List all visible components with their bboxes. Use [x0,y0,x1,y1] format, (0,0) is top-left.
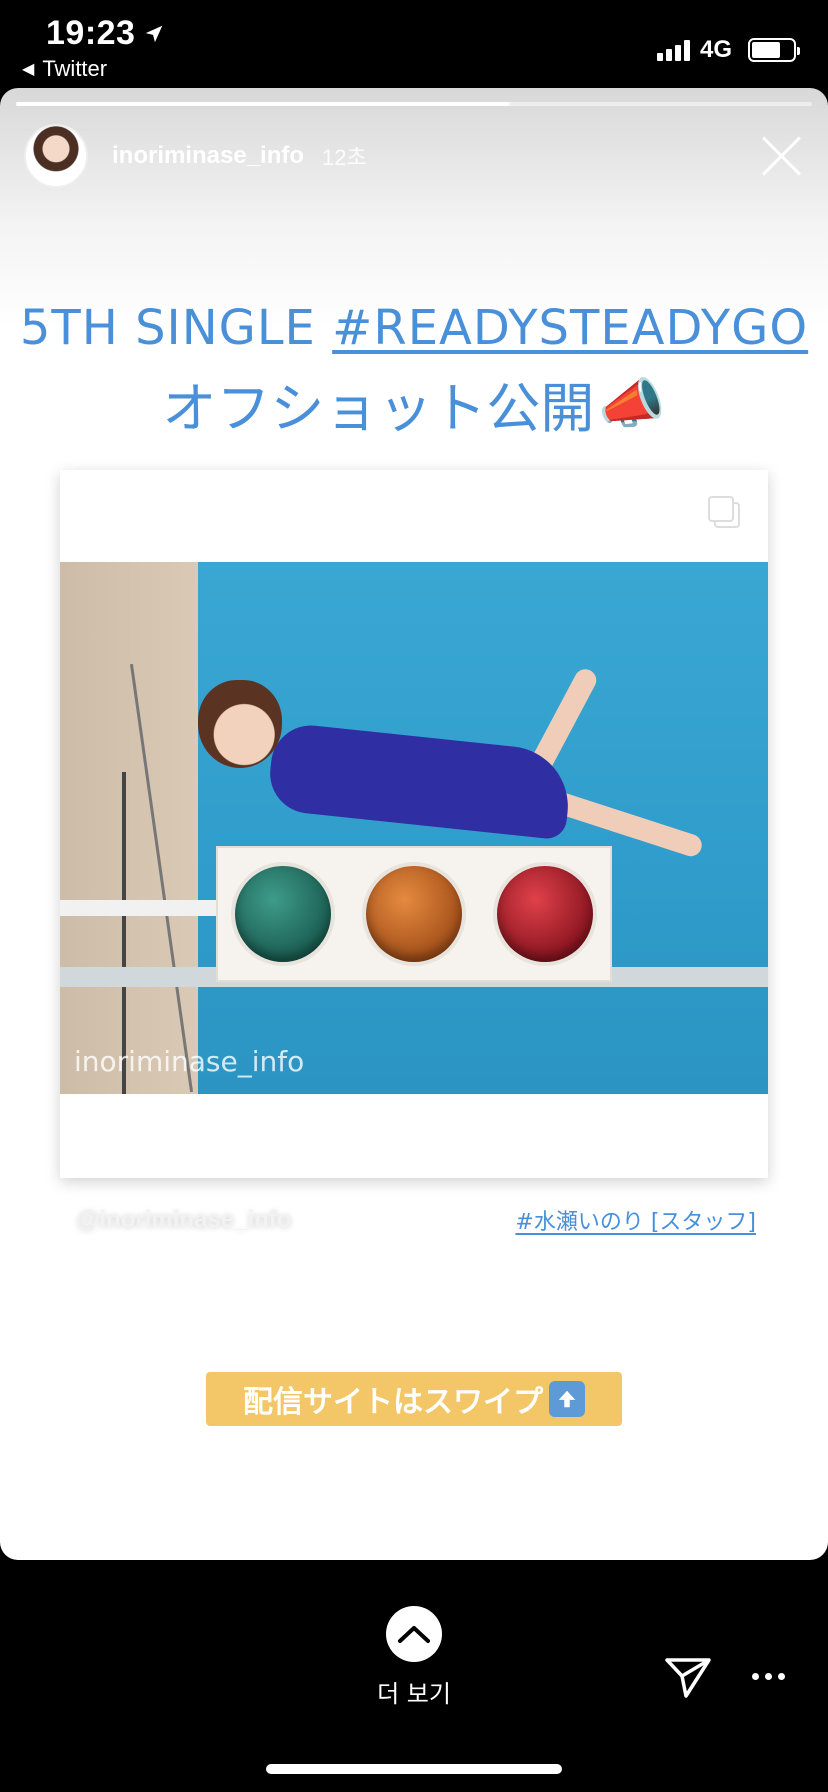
headline-japanese: オフショット公開 [162,377,595,440]
headline-line-2: オフショット公開 📣 [0,364,828,443]
shared-post-card[interactable]: inoriminase_info [60,470,768,1178]
status-time: 19:23 [46,14,165,53]
green-lamp [235,866,332,962]
swipe-up-banner[interactable]: 配信サイトはスワイプ [206,1372,622,1426]
back-app-label: Twitter [42,56,108,81]
person-head [198,680,282,768]
traffic-signal-prop [216,846,612,982]
time-text: 19:23 [46,14,136,52]
battery-icon [748,38,800,62]
back-to-app-link[interactable]: ◀ Twitter [22,56,107,82]
story-header: inoriminase_info 12초 [24,124,804,188]
location-arrow-icon [146,25,163,42]
send-icon[interactable] [664,1656,712,1700]
signal-rail [60,900,230,916]
story-card[interactable]: inoriminase_info 12초 5TH SINGLE #READYST… [0,88,828,1560]
story-username[interactable]: inoriminase_info [112,142,304,170]
headline-prefix: 5TH SINGLE [19,300,333,356]
up-arrow-icon [549,1381,585,1417]
post-photo[interactable]: inoriminase_info [60,562,768,1094]
back-triangle-icon: ◀ [22,61,35,78]
more-dots-icon[interactable] [752,1666,792,1686]
home-indicator[interactable] [266,1764,562,1774]
see-more-label[interactable]: 더 보기 [377,1674,451,1709]
red-lamp [496,866,593,962]
status-indicators: 4G [656,36,800,64]
post-credits: @inoriminase_info #水瀬いのり [スタッフ] [76,1204,756,1236]
hashtag-staff[interactable]: #水瀬いのり [スタッフ] [515,1204,756,1236]
story-headline: 5TH SINGLE #READYSTEADYGO オフショット公開 📣 [0,300,828,443]
status-bar: 19:23 ◀ Twitter 4G [0,0,828,88]
network-label: 4G [699,36,732,63]
story-age: 12초 [322,145,367,170]
studio-wall [60,562,198,1094]
mention-sticker[interactable]: @inoriminase_info [76,1206,291,1234]
orange-lamp [365,866,462,962]
photo-watermark: inoriminase_info [74,1045,305,1078]
chevron-up-icon[interactable] [386,1606,442,1662]
screen: 19:23 ◀ Twitter 4G inoriminase_info 12초 … [0,0,828,1792]
signal-bars-icon [656,39,690,61]
megaphone-icon: 📣 [598,371,666,435]
hashtag-readysteadygo[interactable]: #READYSTEADYGO [332,300,808,356]
swipe-banner-text: 配信サイトはスワイプ [243,1385,543,1420]
headline-line-1: 5TH SINGLE #READYSTEADYGO [0,300,828,356]
story-progress-bar [16,102,812,106]
avatar[interactable] [24,124,88,188]
close-icon[interactable] [760,134,804,178]
carousel-icon [708,496,742,530]
